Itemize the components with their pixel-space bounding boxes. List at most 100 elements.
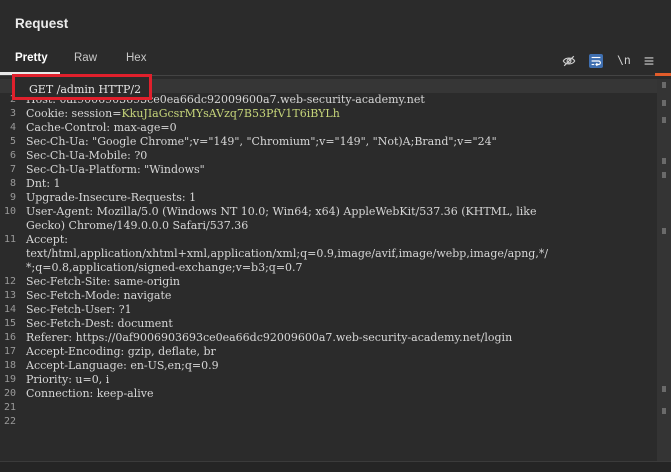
line-content: Referer: https://0af9006903693ce0ea66dc9… [26,331,513,344]
line-content: Sec-Fetch-Dest: document [26,317,173,330]
line-text: Dnt: 1 [26,177,61,191]
line-number: 16 [3,332,16,343]
line-text: Sec-Ch-Ua-Platform: "Windows" [26,163,205,177]
line-content: Connection: keep-alive [26,387,154,400]
line-number: 20 [3,388,16,399]
line-content: Accept-Encoding: gzip, deflate, br [26,345,216,358]
line-number: 3 [9,108,16,119]
code-line[interactable]: 7 Sec-Ch-Ua-Platform: "Windows" [0,163,657,177]
line-number: 17 [3,346,16,357]
tab-pretty[interactable]: Pretty [15,52,48,64]
code-line[interactable]: 6 Sec-Ch-Ua-Mobile: ?0 [0,149,657,163]
request-panel: Request Pretty Raw Hex \n 12Host: 0af900… [0,0,671,472]
code-line[interactable]: 8 Dnt: 1 [0,177,657,191]
line-number: 6 [9,150,16,161]
line-number: 14 [3,304,16,315]
line-text: Sec-Ch-Ua: "Google Chrome";v="149", "Chr… [26,135,497,149]
line-content: Sec-Fetch-Mode: navigate [26,289,172,302]
line-content: Cookie: session= [26,107,122,120]
line-content: Gecko) Chrome/149.0.0.0 Safari/537.36 [26,219,249,232]
code-line[interactable]: 3 Cookie: session=KkuJIaGcsrMYsAVzq7B53Pf… [0,107,657,121]
scroll-mark-7 [662,386,666,392]
code-line[interactable]: 13 Sec-Fetch-Mode: navigate [0,289,657,303]
code-line[interactable]: 22 [0,415,657,429]
line-content: Upgrade-Insecure-Requests: 1 [26,191,197,204]
line-content: Sec-Ch-Ua-Mobile: ?0 [26,149,148,162]
line-number: 15 [3,318,16,329]
panel-title: Request [15,16,69,31]
code-line[interactable]: 21 [0,401,657,415]
code-line[interactable]: 9 Upgrade-Insecure-Requests: 1 [0,191,657,205]
line-number: 4 [9,122,16,133]
session-cookie-value: KkuJIaGcsrMYsAVzq7B53PfV1T6iBYLh [121,107,340,120]
scroll-mark-2 [662,100,666,106]
bottom-status-bar [0,461,671,472]
line-content: Sec-Fetch-Site: same-origin [26,275,180,288]
line-number: 9 [9,192,16,203]
line-text: Accept-Language: en-US,en;q=0.9 [26,359,219,373]
line-text: Cache-Control: max-age=0 [26,121,177,135]
line-content: Accept: [26,233,68,246]
code-line[interactable]: 14 Sec-Fetch-User: ?1 [0,303,657,317]
line-number: 11 [3,234,16,245]
line-text: Gecko) Chrome/149.0.0.0 Safari/537.36 [26,219,248,233]
line-content: Sec-Ch-Ua-Platform: "Windows" [26,163,205,176]
code-line[interactable]: 10 User-Agent: Mozilla/5.0 (Windows NT 10… [0,205,657,219]
line-text: Accept-Encoding: gzip, deflate, br [26,345,216,359]
line-text: Accept: [26,233,68,247]
line-text: Priority: u=0, i [26,373,109,387]
first-line-annotation-box: GET /admin HTTP/2 [12,74,152,100]
line-content: Sec-Fetch-User: ?1 [26,303,132,316]
line-text: Sec-Fetch-Dest: document [26,317,173,331]
line-number: 12 [3,276,16,287]
code-line[interactable]: 17 Accept-Encoding: gzip, deflate, br [0,345,657,359]
line-text: Connection: keep-alive [26,387,154,401]
scroll-up-marker[interactable] [662,82,666,88]
code-line[interactable]: 18 Accept-Language: en-US,en;q=0.9 [0,359,657,373]
code-line[interactable]: text/html,application/xhtml+xml,applicat… [0,247,657,261]
line-number: 19 [3,374,16,385]
code-line[interactable]: Gecko) Chrome/149.0.0.0 Safari/537.36 [0,219,657,233]
line-text: text/html,application/xhtml+xml,applicat… [26,247,548,261]
accent-marker [655,73,671,76]
line-text: User-Agent: Mozilla/5.0 (Windows NT 10.0… [26,205,536,219]
line-content: *;q=0.8,application/signed-exchange;v=b3… [26,261,303,274]
tab-raw[interactable]: Raw [74,52,97,64]
show-newlines-button[interactable]: \n [617,53,631,67]
line-text: Sec-Fetch-Site: same-origin [26,275,180,289]
line-number: 13 [3,290,16,301]
line-content: Accept-Language: en-US,en;q=0.9 [26,359,219,372]
editor-scrollbar[interactable] [657,79,671,461]
scroll-mark-4 [662,158,666,164]
code-line[interactable]: 11 Accept: [0,233,657,247]
line-content: Priority: u=0, i [26,373,110,386]
line-number: 8 [9,178,16,189]
line-content: Cache-Control: max-age=0 [26,121,177,134]
line-text: Referer: https://0af9006903693ce0ea66dc9… [26,331,512,345]
line-content: Sec-Ch-Ua: "Google Chrome";v="149", "Chr… [26,135,497,148]
wrap-lines-icon[interactable] [589,54,603,68]
line-number: 21 [3,402,16,413]
code-line[interactable]: 20 Connection: keep-alive [0,387,657,401]
line-text: Sec-Fetch-User: ?1 [26,303,132,317]
line-content: text/html,application/xhtml+xml,applicat… [26,247,549,260]
line-number: 10 [3,206,16,217]
code-line[interactable]: 5 Sec-Ch-Ua: "Google Chrome";v="149", "Ch… [0,135,657,149]
request-line[interactable]: GET /admin HTTP/2 [29,83,141,96]
scroll-mark-5 [662,172,666,178]
line-content: Dnt: 1 [26,177,61,190]
line-number: 5 [9,136,16,147]
code-line[interactable]: *;q=0.8,application/signed-exchange;v=b3… [0,261,657,275]
tab-hex[interactable]: Hex [126,52,146,64]
eye-off-icon[interactable] [562,54,576,68]
line-number: 7 [9,164,16,175]
request-editor[interactable]: 12Host: 0af9006903693ce0ea66dc92009600a7… [0,79,657,461]
code-line[interactable]: 16 Referer: https://0af9006903693ce0ea66d… [0,331,657,345]
code-line[interactable]: 4 Cache-Control: max-age=0 [0,121,657,135]
code-line[interactable]: 15 Sec-Fetch-Dest: document [0,317,657,331]
code-line[interactable]: 19 Priority: u=0, i [0,373,657,387]
hamburger-menu-icon[interactable] [642,54,656,68]
line-text: Sec-Fetch-Mode: navigate [26,289,171,303]
code-line[interactable]: 12 Sec-Fetch-Site: same-origin [0,275,657,289]
line-text: Cookie: session=KkuJIaGcsrMYsAVzq7B53PfV… [26,107,340,121]
